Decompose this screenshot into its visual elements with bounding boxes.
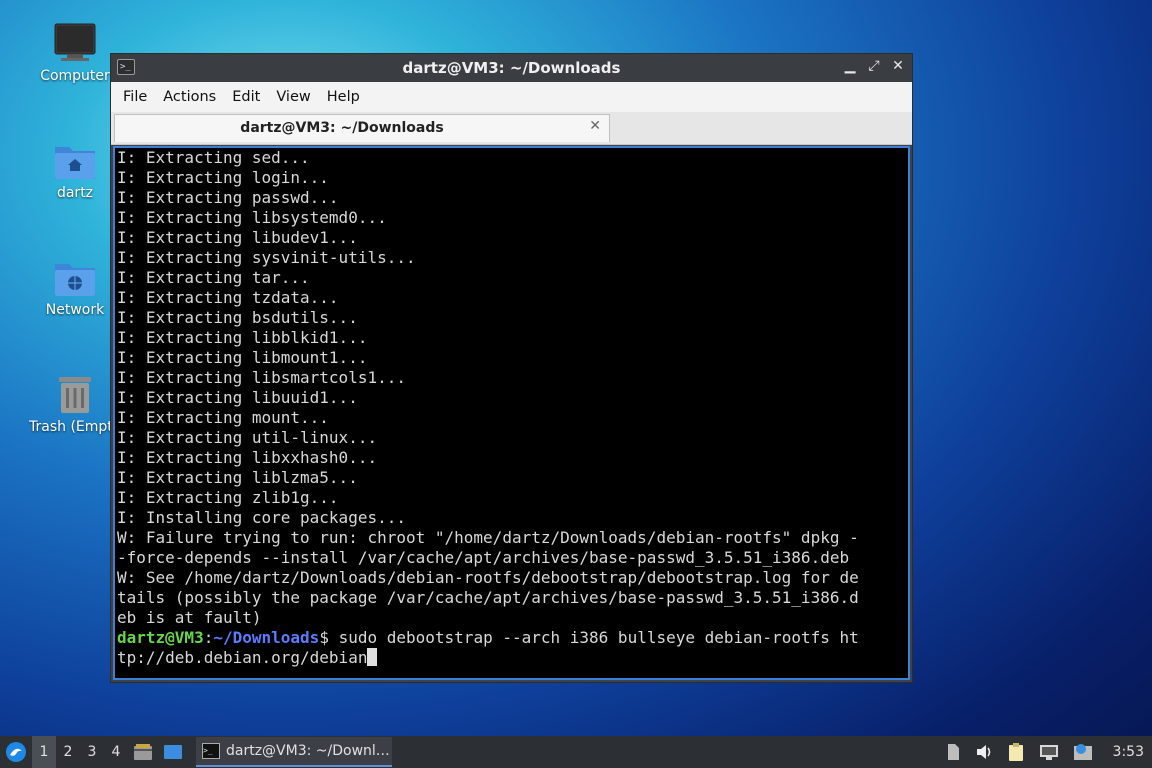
tab-terminal[interactable]: dartz@VM3: ~/Downloads ✕ bbox=[114, 114, 610, 142]
menu-view[interactable]: View bbox=[268, 89, 318, 105]
home-folder-icon bbox=[55, 147, 95, 179]
desktop-icon bbox=[164, 745, 182, 759]
terminal-line: I: Extracting sed... bbox=[117, 148, 310, 167]
workspace-1[interactable]: 1 bbox=[32, 736, 56, 768]
prompt-symbol: $ bbox=[319, 628, 339, 647]
terminal-line: I: Extracting bsdutils... bbox=[117, 308, 358, 327]
terminal-line: tails (possibly the package /var/cache/a… bbox=[117, 588, 859, 607]
menu-help[interactable]: Help bbox=[319, 89, 368, 105]
prompt-line: dartz@VM3:~/Downloads$ sudo debootstrap … bbox=[117, 628, 908, 648]
taskbar-task-terminal[interactable]: >_ dartz@VM3: ~/Downl… bbox=[196, 737, 392, 767]
taskbar: 1 2 3 4 >_ dartz@VM3: ~/Downl… 3:53 bbox=[0, 736, 1152, 768]
maximize-button[interactable]: ⤢ bbox=[866, 58, 882, 74]
terminal-line: I: Extracting libudev1... bbox=[117, 228, 358, 247]
prompt-path: ~/Downloads bbox=[213, 628, 320, 647]
workspace-3[interactable]: 3 bbox=[80, 736, 104, 768]
prompt-separator: : bbox=[203, 628, 214, 647]
network-folder-icon bbox=[55, 264, 95, 296]
terminal-line: I: Extracting sysvinit-utils... bbox=[117, 248, 416, 267]
show-desktop-button[interactable] bbox=[158, 736, 188, 768]
command-text: sudo debootstrap --arch i386 bullseye de… bbox=[338, 628, 859, 647]
terminal-line: I: Extracting zlib1g... bbox=[117, 488, 339, 507]
terminal-line: I: Extracting libmount1... bbox=[117, 348, 368, 367]
prompt-user: dartz@VM3 bbox=[117, 628, 204, 647]
volume-icon[interactable] bbox=[975, 743, 993, 761]
file-manager-icon bbox=[134, 744, 152, 760]
tab-bar: dartz@VM3: ~/Downloads ✕ bbox=[111, 112, 912, 145]
terminal-line: I: Extracting libuuid1... bbox=[117, 388, 358, 407]
menu-edit[interactable]: Edit bbox=[224, 89, 268, 105]
window-titlebar[interactable]: >_ dartz@VM3: ~/Downloads ▁ ⤢ ✕ bbox=[111, 54, 912, 82]
terminal-line: I: Extracting tzdata... bbox=[117, 288, 339, 307]
computer-icon bbox=[54, 23, 96, 61]
window-title: dartz@VM3: ~/Downloads bbox=[402, 59, 621, 77]
close-button[interactable]: ✕ bbox=[890, 58, 906, 74]
lubuntu-logo-icon bbox=[6, 742, 26, 762]
menu-file[interactable]: File bbox=[115, 89, 155, 105]
terminal-line: I: Extracting util-linux... bbox=[117, 428, 378, 447]
task-label: dartz@VM3: ~/Downl… bbox=[226, 743, 390, 759]
command-continuation: tp://deb.debian.org/debian bbox=[117, 648, 908, 668]
workspace-4[interactable]: 4 bbox=[104, 736, 128, 768]
tab-title: dartz@VM3: ~/Downloads bbox=[240, 120, 444, 136]
terminal-line: -force-depends --install /var/cache/apt/… bbox=[117, 548, 850, 567]
terminal-line: I: Extracting libxxhash0... bbox=[117, 448, 378, 467]
start-menu-button[interactable] bbox=[0, 736, 32, 768]
terminal-line: I: Extracting liblzma5... bbox=[117, 468, 358, 487]
terminal-line: I: Extracting mount... bbox=[117, 408, 329, 427]
terminal-line: W: See /home/dartz/Downloads/debian-root… bbox=[117, 568, 859, 587]
text-cursor bbox=[367, 648, 378, 666]
network-status-icon[interactable] bbox=[1039, 743, 1059, 761]
clock[interactable]: 3:53 bbox=[1113, 744, 1144, 760]
file-manager-launcher[interactable] bbox=[128, 736, 158, 768]
keyboard-layout-icon[interactable] bbox=[945, 743, 961, 761]
tab-close-icon[interactable]: ✕ bbox=[589, 118, 601, 134]
menubar: File Actions Edit View Help bbox=[111, 82, 912, 112]
command-text: tp://deb.debian.org/debian bbox=[117, 648, 368, 667]
terminal-line: I: Extracting passwd... bbox=[117, 188, 339, 207]
menu-actions[interactable]: Actions bbox=[155, 89, 224, 105]
workspace-2[interactable]: 2 bbox=[56, 736, 80, 768]
terminal-task-icon: >_ bbox=[202, 743, 220, 759]
minimize-button[interactable]: ▁ bbox=[842, 58, 858, 74]
clipboard-icon[interactable] bbox=[1007, 742, 1025, 762]
terminal-line: I: Extracting libblkid1... bbox=[117, 328, 368, 347]
terminal-window: >_ dartz@VM3: ~/Downloads ▁ ⤢ ✕ File Act… bbox=[110, 53, 913, 683]
terminal-output[interactable]: I: Extracting sed... I: Extracting login… bbox=[113, 146, 910, 680]
terminal-line: W: Failure trying to run: chroot "/home/… bbox=[117, 528, 859, 547]
update-notifier-icon[interactable] bbox=[1073, 743, 1093, 761]
system-tray: 3:53 bbox=[945, 742, 1152, 762]
terminal-line: I: Installing core packages... bbox=[117, 508, 406, 527]
terminal-line: I: Extracting login... bbox=[117, 168, 329, 187]
trash-icon bbox=[59, 377, 91, 413]
terminal-line: I: Extracting tar... bbox=[117, 268, 310, 287]
terminal-line: I: Extracting libsystemd0... bbox=[117, 208, 387, 227]
terminal-line: eb is at fault) bbox=[117, 608, 262, 627]
terminal-line: I: Extracting libsmartcols1... bbox=[117, 368, 406, 387]
